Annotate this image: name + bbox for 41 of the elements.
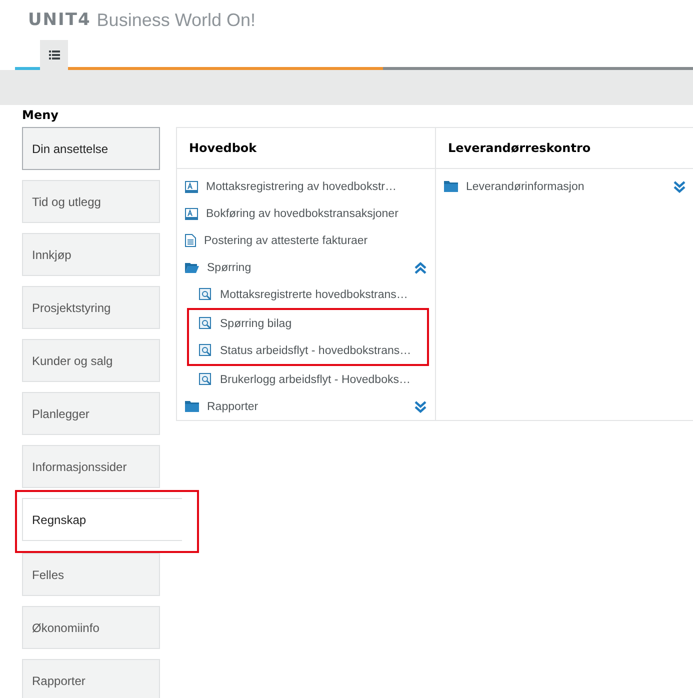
menu-item[interactable]: Planlegger [22,392,160,435]
folder-icon [444,181,458,192]
menu-link[interactable]: Brukerlogg arbeidsflyt - Hovedboks… [220,374,427,386]
menu-link[interactable]: Spørring bilag [220,318,419,330]
panel-title: Leverandørreskontro [448,141,591,155]
expand-icon[interactable] [673,180,686,192]
panel-title: Hovedbok [189,141,257,155]
menu-item[interactable]: Din ansettelse [22,127,160,170]
menu-link[interactable]: Mottaksregistrering av hovedbokstr… [206,180,427,192]
menu-item[interactable]: Regnskap [22,498,182,541]
menu-link[interactable]: Status arbeidsflyt - hovedbokstrans… [220,344,419,356]
menu-link[interactable]: Postering av attesterte fakturaer [204,234,427,246]
menu-item[interactable]: Kunder og salg [22,339,160,382]
menu-item[interactable]: Innkjøp [22,233,160,276]
open-folder-icon [185,262,199,273]
list-icon [48,50,60,60]
menu-link[interactable]: Mottaksregistrerte hovedbokstrans… [220,288,427,300]
app-tagline: Business World On! [96,10,256,30]
search-document-icon [199,317,212,330]
form-icon [185,208,198,220]
search-document-icon [199,344,212,357]
search-document-icon [199,373,212,386]
collapse-icon[interactable] [414,262,427,274]
menu-item[interactable]: Tid og utlegg [22,180,160,223]
expand-icon[interactable] [414,400,427,412]
document-icon [185,234,196,247]
logo: UNIT4 [28,10,91,30]
menu-tab[interactable] [40,40,68,70]
folder-label[interactable]: Rapporter [207,400,406,412]
menu-item[interactable]: Økonomiinfo [22,606,160,649]
form-icon [185,180,198,192]
menu-item[interactable]: Felles [22,553,160,596]
menu-link[interactable]: Bokføring av hovedbokstransaksjoner [206,208,427,220]
menu-item[interactable]: Informasjonssider [22,445,160,488]
search-document-icon [199,288,212,301]
folder-label[interactable]: Leverandørinformasjon [466,180,665,192]
menu-item[interactable]: Rapporter [22,659,160,698]
menu-item[interactable]: Prosjektstyring [22,286,160,329]
folder-label[interactable]: Spørring [207,262,406,274]
folder-icon [185,401,199,412]
menu-title: Meny [21,107,60,124]
